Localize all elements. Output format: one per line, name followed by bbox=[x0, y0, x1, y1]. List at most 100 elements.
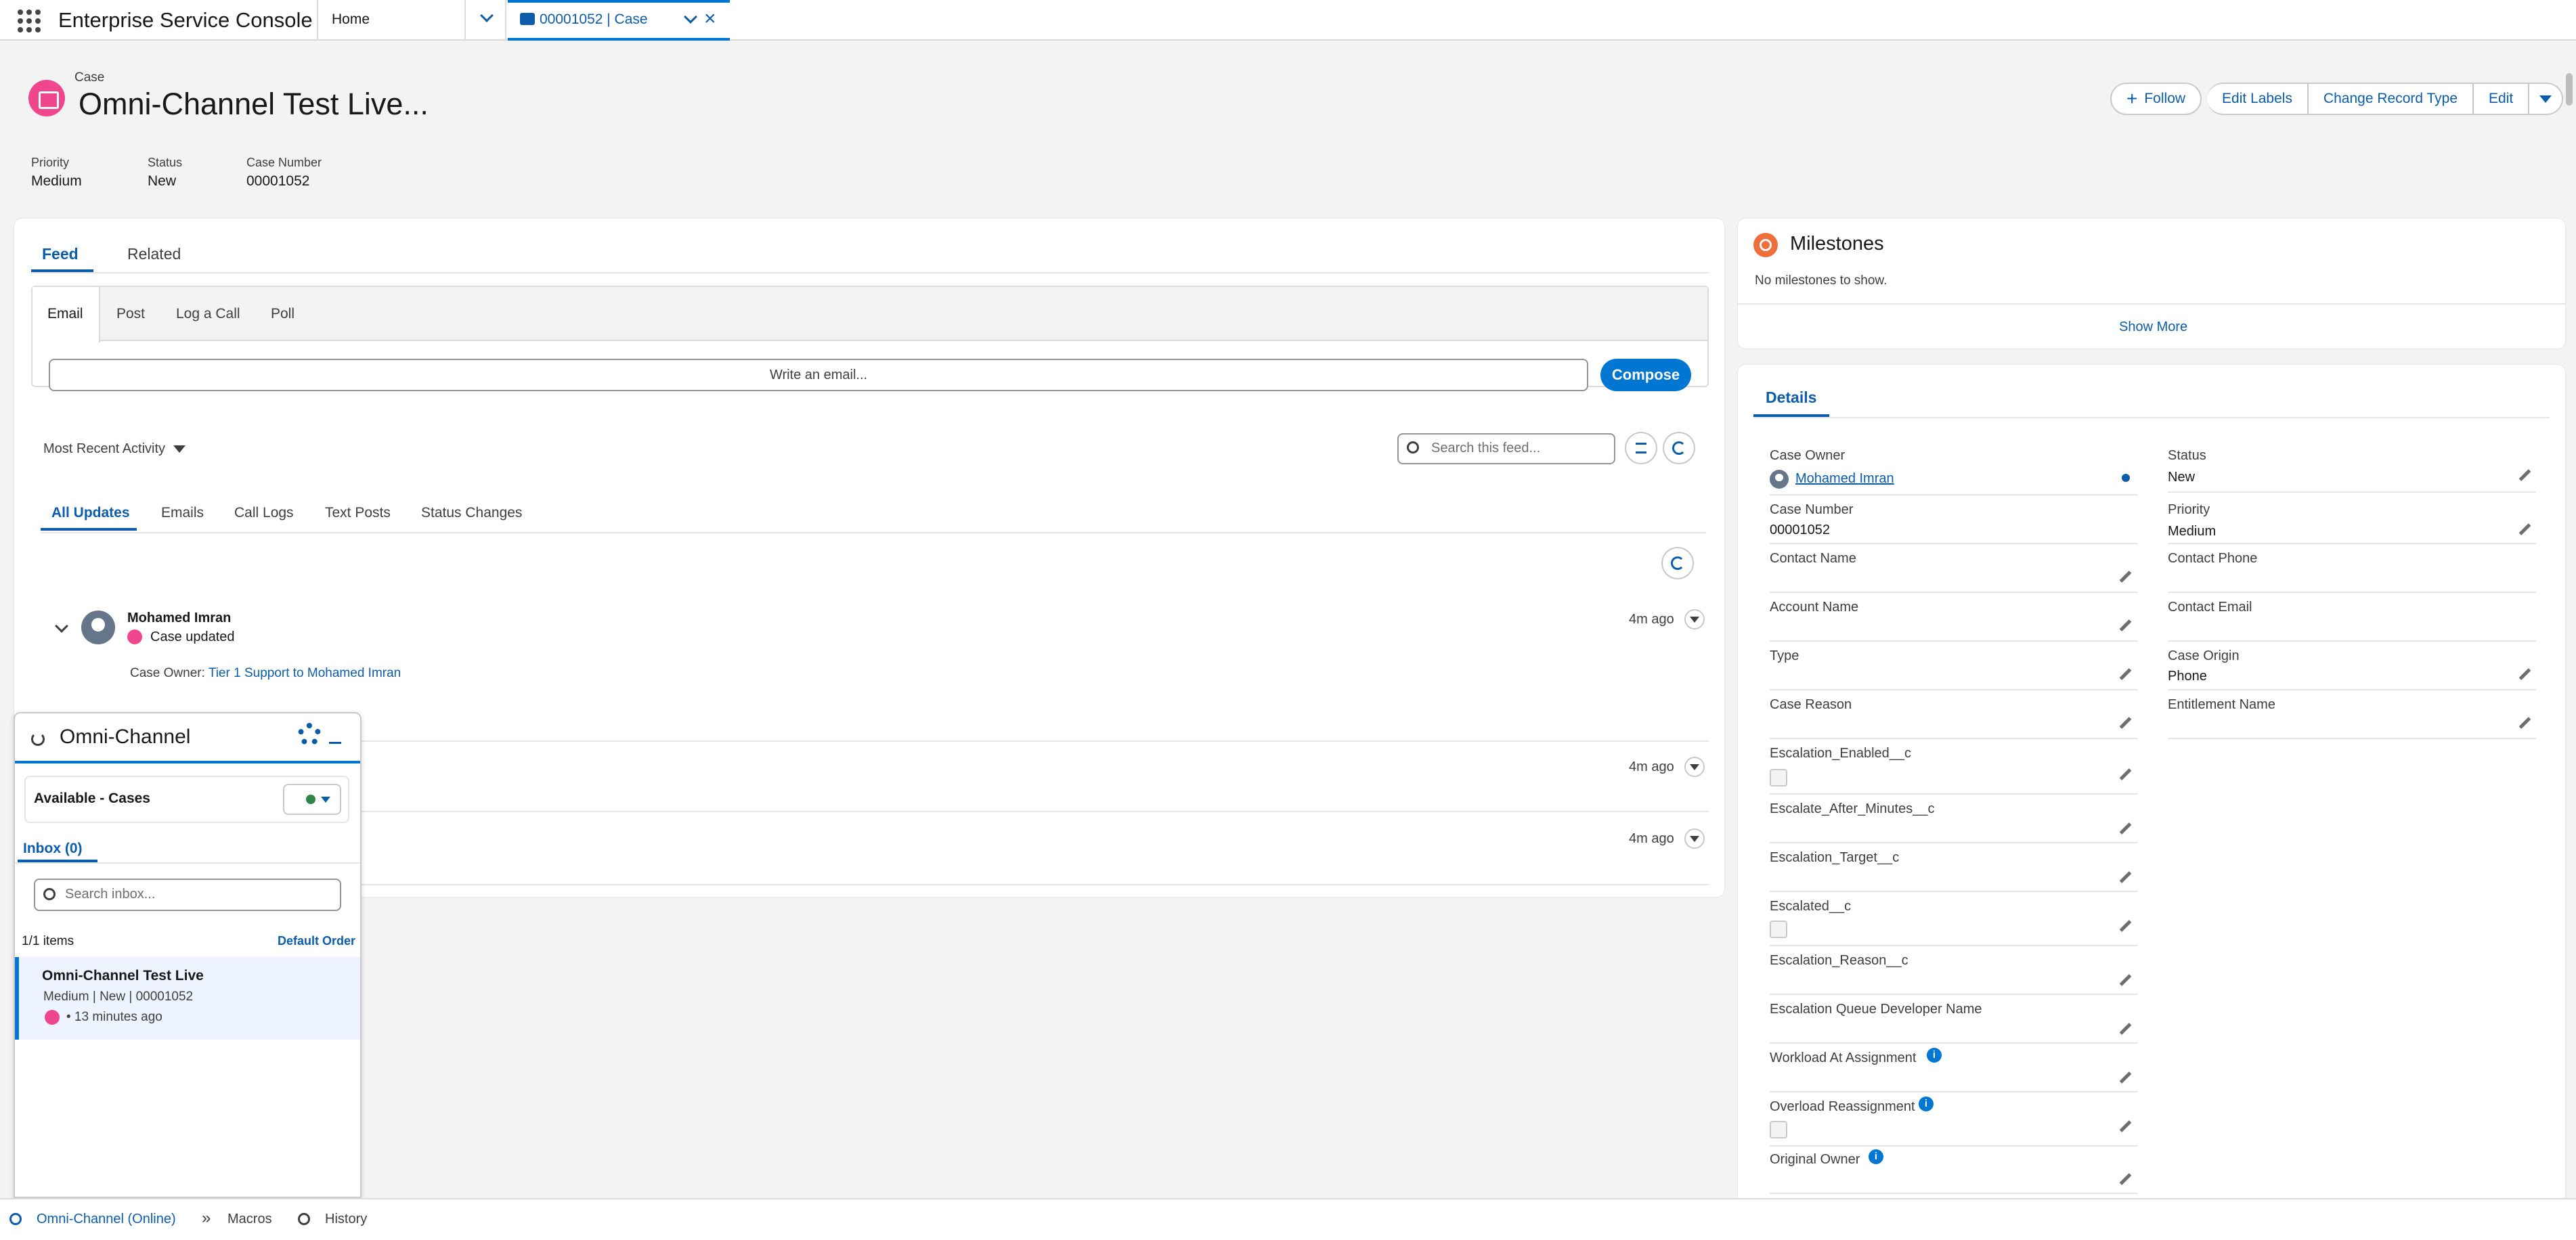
details-card bbox=[1737, 364, 2566, 1203]
tab-details[interactable]: Details bbox=[1766, 389, 1816, 407]
feed-item-time[interactable]: 4m ago bbox=[1629, 759, 1674, 775]
edit-labels-button[interactable]: Edit Labels bbox=[2207, 83, 2309, 115]
omni-channel-icon bbox=[31, 732, 45, 746]
pencil-icon[interactable] bbox=[2118, 870, 2133, 885]
highlight-label: Priority bbox=[31, 156, 70, 169]
highlight-label: Status bbox=[148, 156, 183, 169]
show-more-link[interactable]: Show More bbox=[2119, 319, 2187, 335]
feed-item-menu-button[interactable] bbox=[1684, 609, 1705, 629]
divider bbox=[1770, 543, 2138, 544]
utility-bar bbox=[0, 1198, 2576, 1240]
feed-item-time[interactable]: 4m ago bbox=[1629, 831, 1674, 847]
pencil-icon[interactable] bbox=[2517, 667, 2532, 682]
pencil-icon[interactable] bbox=[2517, 523, 2532, 537]
field-label: Workload At Assignment bbox=[1770, 1050, 1917, 1065]
pencil-icon[interactable] bbox=[2118, 768, 2133, 782]
escalation-enabled-checkbox[interactable] bbox=[1770, 769, 1787, 787]
feed-item-time[interactable]: 4m ago bbox=[1629, 612, 1674, 627]
divider bbox=[362, 884, 1709, 885]
pencil-icon[interactable] bbox=[2517, 468, 2532, 483]
info-icon[interactable]: i bbox=[1919, 1097, 1934, 1111]
publisher-tab-poll[interactable]: Poll bbox=[271, 306, 294, 322]
field-value: New bbox=[2168, 470, 2196, 485]
utility-history[interactable]: History bbox=[325, 1212, 367, 1227]
highlight-value: 00001052 bbox=[246, 173, 310, 189]
tab-feed[interactable]: Feed bbox=[42, 245, 79, 263]
change-record-type-button[interactable]: Change Record Type bbox=[2308, 83, 2474, 115]
field-label: Overload Reassignment bbox=[1770, 1099, 1915, 1114]
pencil-icon[interactable] bbox=[2118, 1071, 2133, 1086]
feed-item-menu-button[interactable] bbox=[1684, 757, 1705, 777]
filter-all-updates[interactable]: All Updates bbox=[51, 505, 130, 521]
header-actions: + Follow Edit Labels Change Record Type … bbox=[2110, 83, 2564, 115]
pencil-icon[interactable] bbox=[2118, 1120, 2133, 1134]
scrollbar[interactable] bbox=[2566, 73, 2573, 106]
close-icon[interactable]: × bbox=[704, 9, 716, 29]
utility-omni-channel[interactable]: Omni-Channel (Online) bbox=[37, 1212, 176, 1227]
divider bbox=[1770, 738, 2138, 739]
filter-feed-button[interactable] bbox=[1625, 432, 1657, 464]
default-order-link[interactable]: Default Order bbox=[278, 934, 355, 948]
pencil-icon[interactable] bbox=[2118, 1022, 2133, 1037]
pencil-icon[interactable] bbox=[2118, 716, 2133, 731]
divider bbox=[1753, 417, 2550, 418]
pencil-icon[interactable] bbox=[2517, 716, 2532, 731]
field-label: Case Origin bbox=[2168, 648, 2240, 663]
pencil-icon[interactable] bbox=[2118, 619, 2133, 634]
minimize-icon[interactable] bbox=[329, 742, 341, 744]
info-icon[interactable]: i bbox=[1927, 1048, 1942, 1063]
tab-inbox[interactable]: Inbox (0) bbox=[23, 841, 83, 857]
refresh-feed-button[interactable] bbox=[1663, 432, 1695, 464]
more-actions-button[interactable] bbox=[2529, 83, 2564, 115]
feed-search-placeholder: Search this feed... bbox=[1431, 441, 1541, 456]
feed-item-author[interactable]: Mohamed Imran bbox=[127, 611, 231, 626]
filter-status-changes[interactable]: Status Changes bbox=[421, 505, 522, 521]
edit-button[interactable]: Edit bbox=[2474, 83, 2530, 115]
person-icon bbox=[2122, 474, 2130, 482]
refresh-updates-button[interactable] bbox=[1661, 547, 1694, 579]
divider bbox=[31, 272, 1709, 273]
work-item-meta: Medium | New | 00001052 bbox=[43, 990, 194, 1004]
chevron-down-icon bbox=[1690, 617, 1699, 623]
case-owner-link[interactable]: Mohamed Imran bbox=[1795, 471, 1894, 487]
field-label: Escalation Queue Developer Name bbox=[1770, 1002, 1982, 1017]
divider bbox=[1770, 640, 2138, 642]
app-launcher-icon[interactable] bbox=[18, 9, 43, 32]
follow-button[interactable]: + Follow bbox=[2110, 83, 2202, 115]
tab-menu-button[interactable] bbox=[468, 0, 506, 41]
publisher-tab-log-a-call[interactable]: Log a Call bbox=[176, 306, 240, 322]
publisher-tab-post[interactable]: Post bbox=[116, 306, 145, 322]
field-label: Original Owner bbox=[1770, 1152, 1860, 1167]
change-label: Case Owner: bbox=[130, 666, 205, 680]
object-label: Case bbox=[74, 70, 105, 85]
change-owner-icon[interactable] bbox=[2119, 474, 2133, 487]
pencil-icon[interactable] bbox=[2118, 667, 2133, 682]
divider bbox=[2168, 491, 2536, 493]
email-input[interactable]: Write an email... bbox=[49, 359, 1588, 391]
divider bbox=[41, 532, 1706, 533]
feed-item-change: Case Owner: Tier 1 Support to Mohamed Im… bbox=[130, 666, 401, 681]
filter-emails[interactable]: Emails bbox=[161, 505, 204, 521]
presence-status-button[interactable] bbox=[283, 784, 341, 815]
utility-macros[interactable]: Macros bbox=[227, 1212, 272, 1227]
filter-call-logs[interactable]: Call Logs bbox=[234, 505, 294, 521]
pencil-icon[interactable] bbox=[2118, 919, 2133, 934]
feed-item-menu-button[interactable] bbox=[1684, 828, 1705, 849]
tab-related[interactable]: Related bbox=[127, 245, 181, 263]
chevron-down-icon bbox=[1690, 764, 1699, 770]
sort-dropdown[interactable]: Most Recent Activity bbox=[43, 441, 186, 457]
divider bbox=[1770, 1145, 2138, 1147]
filter-text-posts[interactable]: Text Posts bbox=[325, 505, 391, 521]
work-item-time: • 13 minutes ago bbox=[66, 1010, 162, 1024]
pencil-icon[interactable] bbox=[2118, 570, 2133, 585]
case-icon bbox=[127, 629, 142, 644]
info-icon[interactable]: i bbox=[1869, 1149, 1883, 1164]
pencil-icon[interactable] bbox=[2118, 822, 2133, 837]
pencil-icon[interactable] bbox=[2118, 973, 2133, 988]
escalated-checkbox[interactable] bbox=[1770, 921, 1787, 938]
overload-reassignment-checkbox[interactable] bbox=[1770, 1121, 1787, 1138]
divider bbox=[1770, 945, 2138, 946]
gear-icon[interactable] bbox=[298, 723, 321, 746]
compose-button[interactable]: Compose bbox=[1600, 359, 1691, 391]
pencil-icon[interactable] bbox=[2118, 1172, 2133, 1187]
